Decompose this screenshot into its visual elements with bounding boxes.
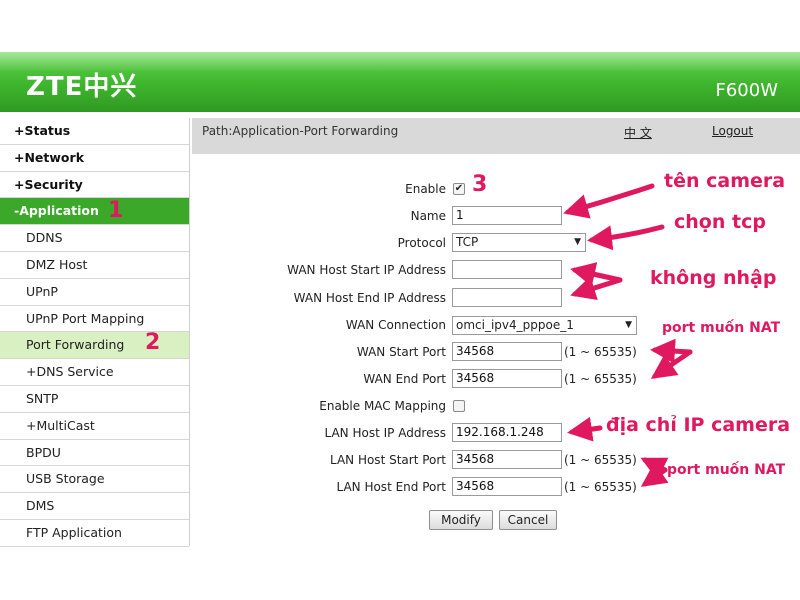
breadcrumb: Path:Application-Port Forwarding: [202, 124, 399, 138]
wan-start-port-input[interactable]: 34568: [452, 342, 562, 361]
enable-label: Enable: [405, 182, 446, 196]
sidebar-item-label: -Application: [14, 203, 99, 219]
wan-start-port-range: (1 ~ 65535): [564, 345, 637, 359]
lan-end-port-label: LAN Host End Port: [336, 480, 446, 494]
name-input[interactable]: 1: [452, 206, 562, 225]
name-label: Name: [410, 209, 446, 223]
arrow-ten-camera: [563, 183, 655, 219]
sidebar-item-label: DDNS: [26, 230, 63, 246]
protocol-label: Protocol: [397, 236, 446, 250]
sidebar-item-label: USB Storage: [26, 471, 105, 487]
sidebar-item-status[interactable]: +Status: [0, 118, 189, 145]
arrow-chon-tcp: [587, 224, 665, 251]
model-name: F600W: [715, 80, 778, 101]
sidebar-item-port-forwarding[interactable]: Port Forwarding: [0, 332, 189, 360]
wan-end-port-input[interactable]: 34568: [452, 369, 562, 388]
sidebar-item-ddns[interactable]: DDNS: [0, 225, 189, 252]
annotation-khong-nhap: không nhập: [650, 267, 777, 289]
sidebar-item-security[interactable]: +Security: [0, 172, 189, 199]
sidebar-item-label: +Security: [14, 176, 83, 192]
sidebar-item-label: Port Forwarding: [26, 337, 125, 353]
wan-end-port-range: (1 ~ 65535): [564, 372, 637, 386]
wan-end-port-label: WAN End Port: [363, 372, 446, 386]
protocol-value: TCP: [456, 235, 479, 249]
arrow-port-nat-1b: [650, 349, 693, 379]
sidebar-item-label: +Network: [14, 149, 85, 165]
sidebar-item-dms[interactable]: DMS: [0, 493, 189, 520]
annotation-chon-tcp: chọn tcp: [674, 211, 766, 233]
path-bar: Path:Application-Port Forwarding 中 文 Log…: [192, 118, 800, 154]
lan-start-port-range: (1 ~ 65535): [564, 453, 637, 467]
sidebar-item-network[interactable]: +Network: [0, 145, 189, 172]
arrow-khong-nhap-1: [570, 262, 623, 287]
annotation-port-nat-1: port muốn NAT: [662, 320, 781, 336]
sidebar-item-label: +DNS Service: [26, 364, 114, 380]
sidebar-item-sntp[interactable]: SNTP: [0, 386, 189, 413]
step-number-1: 1: [108, 198, 124, 223]
modify-button[interactable]: Modify: [429, 510, 493, 530]
language-link[interactable]: 中 文: [624, 124, 652, 141]
annotation-port-nat-2: port muốn NAT: [667, 462, 786, 478]
sidebar-item-label: UPnP Port Mapping: [26, 310, 145, 326]
wan-start-ip-label: WAN Host Start IP Address: [287, 263, 446, 277]
wan-end-ip-input[interactable]: [452, 288, 562, 307]
annotation-ip-camera: địa chỉ IP camera: [606, 414, 791, 436]
logout-link[interactable]: Logout: [712, 124, 753, 138]
dropdown-arrow-icon: ▼: [625, 320, 632, 330]
sidebar-item-ftp-application[interactable]: FTP Application: [0, 520, 189, 547]
lan-end-port-input[interactable]: 34568: [452, 477, 562, 496]
arrow-port-nat-2a: [640, 457, 669, 481]
mac-mapping-label: Enable MAC Mapping: [319, 399, 446, 413]
sidebar-item-label: SNTP: [26, 390, 59, 406]
sidebar-item-label: +MultiCast: [26, 417, 95, 433]
mac-mapping-checkbox[interactable]: [453, 400, 465, 412]
step-number-2: 2: [145, 330, 161, 355]
arrow-khong-nhap-2: [570, 276, 623, 300]
step-number-3: 3: [472, 172, 488, 197]
arrow-port-nat-1a: [650, 338, 693, 364]
wan-connection-label: WAN Connection: [345, 318, 446, 332]
lan-end-port-range: (1 ~ 65535): [564, 480, 637, 494]
sidebar-item-label: DMZ Host: [26, 256, 88, 272]
sidebar-item-dns-service[interactable]: +DNS Service: [0, 359, 189, 386]
sidebar-item-label: +Status: [14, 123, 71, 138]
protocol-select[interactable]: TCP ▼: [452, 233, 586, 252]
arrow-port-nat-2b: [640, 462, 669, 487]
annotation-ten-camera: tên camera: [664, 170, 786, 192]
sidebar-item-label: DMS: [26, 498, 55, 514]
sidebar-item-label: UPnP: [26, 283, 58, 299]
arrow-ip-camera: [567, 416, 603, 442]
sidebar-item-label: BPDU: [26, 444, 61, 460]
sidebar: +Status +Network +Security -Application …: [0, 118, 190, 547]
sidebar-item-label: FTP Application: [26, 524, 122, 540]
sidebar-item-upnp[interactable]: UPnP: [0, 279, 189, 306]
lan-ip-input[interactable]: 192.168.1.248: [452, 423, 562, 442]
wan-connection-value: omci_ipv4_pppoe_1: [456, 318, 574, 332]
lan-start-port-label: LAN Host Start Port: [329, 453, 446, 467]
dropdown-arrow-icon: ▼: [574, 237, 581, 247]
cancel-button[interactable]: Cancel: [499, 510, 557, 530]
lan-ip-label: LAN Host IP Address: [324, 426, 446, 440]
wan-connection-select[interactable]: omci_ipv4_pppoe_1 ▼: [452, 316, 637, 335]
sidebar-item-upnp-port-mapping[interactable]: UPnP Port Mapping: [0, 306, 189, 333]
sidebar-item-bpdu[interactable]: BPDU: [0, 440, 189, 467]
wan-start-port-label: WAN Start Port: [356, 345, 446, 359]
lan-start-port-input[interactable]: 34568: [452, 450, 562, 469]
zte-logo: ZTE中兴: [26, 72, 138, 102]
wan-end-ip-label: WAN Host End IP Address: [293, 291, 446, 305]
sidebar-item-multicast[interactable]: +MultiCast: [0, 413, 189, 440]
sidebar-item-application[interactable]: -Application: [0, 198, 189, 226]
wan-start-ip-input[interactable]: [452, 260, 562, 279]
sidebar-item-usb-storage[interactable]: USB Storage: [0, 466, 189, 494]
enable-checkbox[interactable]: ✔: [453, 183, 465, 195]
header-banner: ZTE中兴 F600W: [0, 52, 800, 112]
sidebar-item-dmz-host[interactable]: DMZ Host: [0, 252, 189, 279]
